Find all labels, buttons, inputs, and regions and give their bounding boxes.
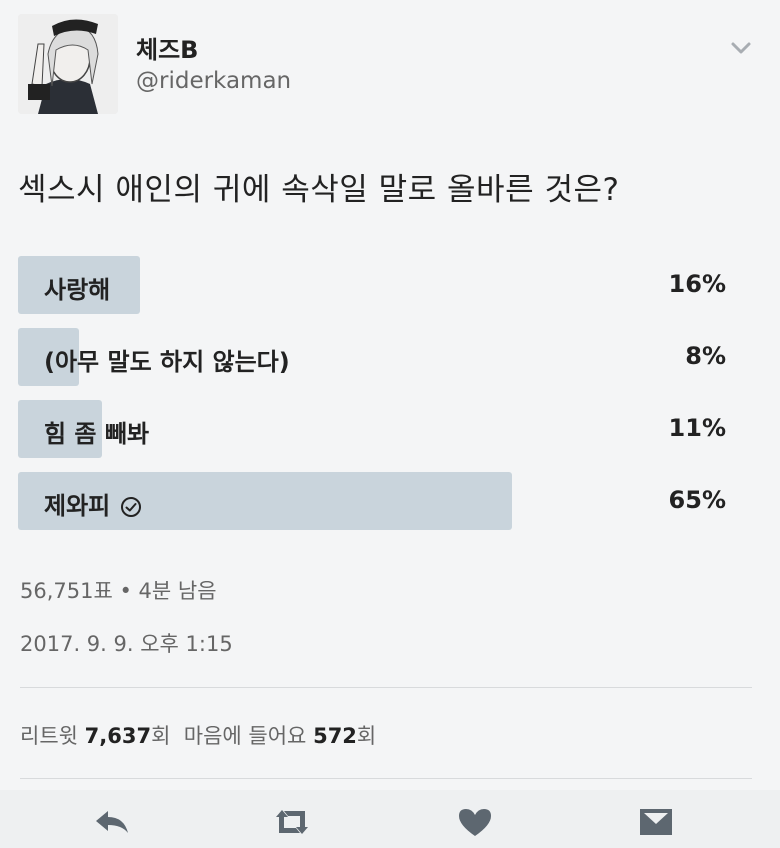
avatar[interactable] (18, 14, 118, 114)
tweet-timestamp[interactable]: 2017. 9. 9. 오후 1:15 (20, 628, 233, 658)
divider (20, 687, 752, 688)
poll-choice-label-text: 제와피 (44, 492, 111, 520)
retweets-label: 리트윗 (20, 724, 78, 748)
reply-icon[interactable] (92, 806, 132, 838)
retweet-count[interactable]: 7,637 (85, 724, 151, 748)
dm-icon[interactable] (636, 806, 676, 838)
poll-choice-label: 사랑해 (44, 276, 111, 304)
poll-choice[interactable]: 힘 좀 빼봐 11% (18, 400, 728, 458)
poll: 사랑해 16% (아무 말도 하지 않는다) 8% 힘 좀 빼봐 11% 제와피… (18, 256, 728, 544)
likes-label: 마음에 들어요 (183, 724, 307, 748)
poll-choice[interactable]: 사랑해 16% (18, 256, 728, 314)
poll-choice-label: 제와피 (44, 486, 142, 521)
chevron-down-icon[interactable] (730, 40, 752, 56)
poll-choice-percent: 65% (668, 486, 726, 514)
poll-choice-percent: 16% (668, 270, 726, 298)
tweet-stats: 리트윗 7,637회 마음에 들어요 572회 (20, 720, 376, 750)
poll-choice-label: (아무 말도 하지 않는다) (44, 348, 290, 376)
user-handle[interactable]: @riderkaman (136, 68, 291, 94)
poll-choice-percent: 11% (668, 414, 726, 442)
retweet-icon[interactable] (272, 806, 312, 838)
action-bar (0, 790, 780, 848)
retweets-suffix: 회 (151, 724, 171, 748)
display-name[interactable]: 체즈B (136, 30, 198, 65)
poll-votes-info: 56,751표 • 4분 남음 (20, 579, 217, 603)
poll-choice-percent: 8% (685, 342, 726, 370)
poll-choice[interactable]: 제와피 65% (18, 472, 728, 530)
poll-choice[interactable]: (아무 말도 하지 않는다) 8% (18, 328, 728, 386)
check-circle-icon (121, 497, 142, 517)
heart-icon[interactable] (455, 806, 495, 838)
tweet-text: 섹스시 애인의 귀에 속삭일 말로 올바른 것은? (18, 172, 620, 208)
poll-choice-label: 힘 좀 빼봐 (44, 420, 150, 448)
like-count[interactable]: 572 (313, 724, 357, 748)
divider (20, 778, 752, 779)
likes-suffix: 회 (356, 724, 377, 748)
